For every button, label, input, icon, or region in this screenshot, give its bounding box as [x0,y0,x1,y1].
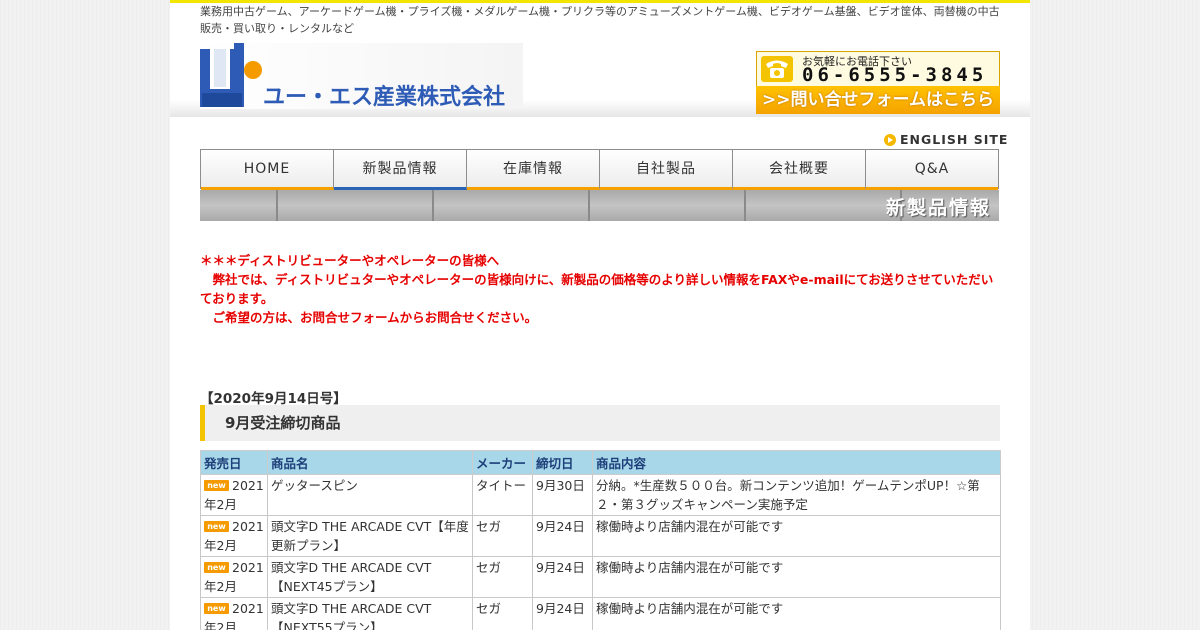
deadline: 9月24日 [532,597,593,630]
page-banner: 新製品情報 [200,190,999,221]
notice-line: 弊社では、ディストリビュターやオペレーターの皆様向けに、新製品の価格等のより詳し… [200,272,994,306]
new-badge: new [204,603,229,614]
nav-item-stock[interactable]: 在庫情報 [467,150,600,190]
products-table: 発売日 商品名 メーカー 締切日 商品内容 new 2021年2月 ゲッタースピン… [200,450,1001,630]
main-nav: HOME 新製品情報 在庫情報 自社製品 会社概要 Q&A [200,149,999,190]
table-row: new 2021年2月 頭文字D THE ARCADE CVT【NEXT55プラン… [200,597,1001,630]
table-header-row: 発売日 商品名 メーカー 締切日 商品内容 [200,450,1001,475]
release-cell: new 2021年2月 [200,515,268,557]
table-row: new 2021年2月 頭文字D THE ARCADE CVT【年度更新プラン】 … [200,515,1001,557]
page-container: 業務用中古ゲーム、アーケードゲーム機・プライズ機・メダルゲーム機・プリクラ等のア… [170,0,1030,630]
new-badge: new [204,521,229,532]
notice-line: ＊＊＊ディストリビューターやオペレーターの皆様へ [200,253,500,268]
logo-mark-icon [200,43,262,107]
product-details: 稼働時より店舗内混在が可能です [592,597,1001,630]
new-badge: new [204,480,229,491]
notice-line: ご希望の方は、お問合せフォームからお問合せください。 [200,310,538,325]
company-name: ユー・エス産業株式会社 [263,85,506,110]
product-details: 分納。*生産数５００台。新コンテンツ追加！ゲームテンポUP！☆第２・第３グッズキ… [592,474,1001,516]
release-cell: new 2021年2月 [200,597,268,630]
telephone-icon [761,56,793,82]
table-row: new 2021年2月 ゲッタースピン タイトー 9月30日 分納。*生産数５００… [200,474,1001,516]
english-site-link[interactable]: ENGLISH SITE [884,132,1008,147]
site-tagline: 業務用中古ゲーム、アーケードゲーム機・プライズ機・メダルゲーム機・プリクラ等のア… [200,5,1000,35]
nav-item-company[interactable]: 会社概要 [733,150,866,190]
maker: タイトー [472,474,533,516]
column-header-deadline: 締切日 [532,450,593,475]
english-site-label: ENGLISH SITE [900,132,1009,147]
product-details: 稼働時より店舗内混在が可能です [592,556,1001,598]
play-arrow-icon [884,134,896,146]
release-cell: new 2021年2月 [200,556,268,598]
maker: セガ [472,556,533,598]
column-header-details: 商品内容 [592,450,1001,475]
product-name: 頭文字D THE ARCADE CVT【年度更新プラン】 [267,515,473,557]
column-header-name: 商品名 [267,450,473,475]
table-row: new 2021年2月 頭文字D THE ARCADE CVT【NEXT45プラン… [200,556,1001,598]
company-logo[interactable]: ユー・エス産業株式会社 [200,43,523,110]
nav-item-qa[interactable]: Q&A [866,150,998,190]
nav-item-new-products[interactable]: 新製品情報 [334,150,467,190]
deadline: 9月24日 [532,556,593,598]
nav-item-own-products[interactable]: 自社製品 [600,150,733,190]
phone-contact[interactable]: お気軽にお電話下さい 06-6555-3845 [756,51,1000,87]
issue-date: 【2020年9月14日号】 [200,391,347,407]
phone-number: 06-6555-3845 [802,64,988,86]
deadline: 9月24日 [532,515,593,557]
release-cell: new 2021年2月 [200,474,268,516]
deadline: 9月30日 [532,474,593,516]
maker: セガ [472,515,533,557]
column-header-maker: メーカー [472,450,533,475]
product-name: 頭文字D THE ARCADE CVT【NEXT45プラン】 [267,556,473,598]
contact-form-button[interactable]: >>問い合せフォームはこちら [756,86,1000,114]
new-badge: new [204,562,229,573]
nav-item-home[interactable]: HOME [201,150,334,190]
distributor-notice: ＊＊＊ディストリビューターやオペレーターの皆様へ 弊社では、ディストリビュターや… [200,251,1000,327]
page-title: 新製品情報 [885,197,991,219]
product-details: 稼働時より店舗内混在が可能です [592,515,1001,557]
product-name: 頭文字D THE ARCADE CVT【NEXT55プラン】 [267,597,473,630]
product-name: ゲッタースピン [267,474,473,516]
section-heading: 9月受注締切商品 [200,405,1000,441]
maker: セガ [472,597,533,630]
column-header-release: 発売日 [200,450,268,475]
